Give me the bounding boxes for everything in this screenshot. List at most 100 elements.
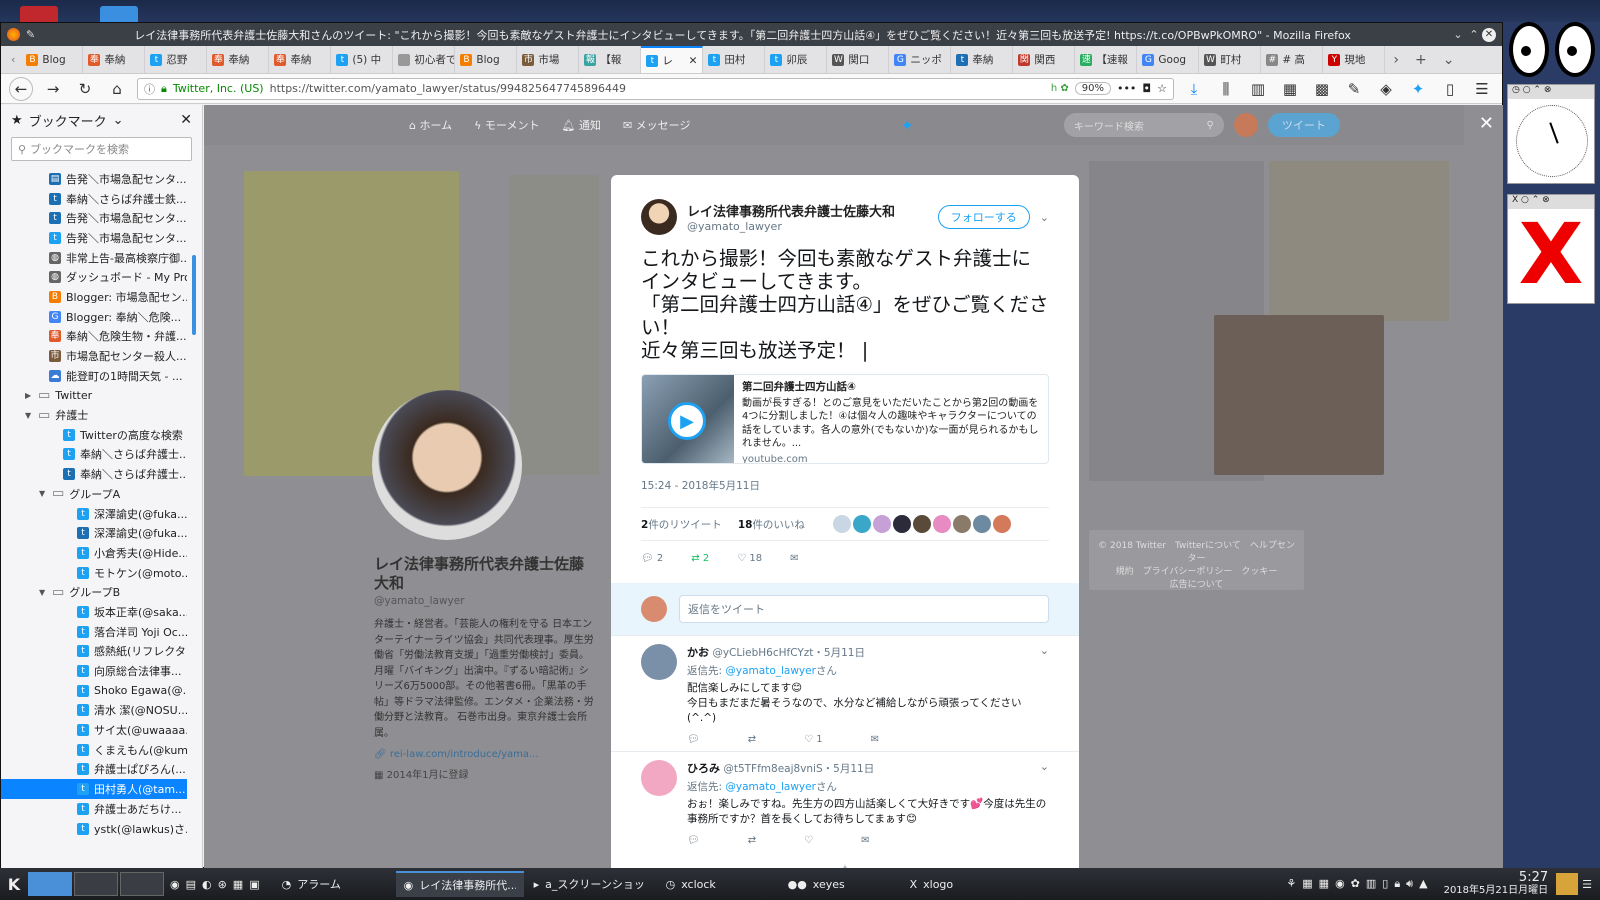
bookmark-label[interactable]: Twitter	[55, 389, 92, 402]
bookmark-item[interactable]: ◍ 非常上告-最高検察庁御...	[1, 248, 187, 268]
like-stat[interactable]: 18件のいいね	[738, 517, 805, 532]
nav-messages-label[interactable]: メッセージ	[636, 119, 691, 132]
bookmark-item[interactable]: t 清水 潔(@NOSU...	[1, 701, 187, 721]
author-name[interactable]: レイ法律事務所代表弁護士佐藤大和	[687, 201, 895, 220]
bookmark-item[interactable]: ◍ ダッシュボード - My Pro...	[1, 267, 187, 287]
nav-moments-label[interactable]: モーメント	[485, 119, 540, 132]
like-action[interactable]: ♡	[804, 835, 813, 846]
bookmark-label[interactable]: Shoko Egawa(@...	[94, 684, 187, 697]
tab[interactable]: 奉奉納	[83, 46, 146, 73]
reply-avatar[interactable]	[641, 760, 677, 796]
task-label[interactable]: xclock	[681, 878, 716, 891]
tab-list-icon[interactable]: ⌄	[1435, 46, 1463, 73]
task-label[interactable]: xlogo	[923, 878, 953, 891]
bookmark-item[interactable]: t Twitterの高度な検索	[1, 425, 187, 445]
bookmark-folder[interactable]: ▼ ▭ グループB	[1, 582, 187, 602]
bookmark-item[interactable]: t Shoko Egawa(@...	[1, 681, 187, 701]
bookmark-label[interactable]: 深澤諭史(@fuka...	[94, 506, 187, 522]
bookmark-label[interactable]: 向原総合法律事...	[94, 663, 182, 679]
tab-label[interactable]: 奉納	[972, 52, 993, 67]
forward-button[interactable]: →	[41, 77, 65, 101]
tab-label[interactable]: 関西	[1034, 52, 1055, 67]
liker-avatar[interactable]	[872, 515, 891, 533]
reply-date[interactable]: ・5月11日	[823, 763, 875, 775]
tab-label[interactable]: レ	[662, 53, 673, 68]
tab[interactable]: 初心者で	[393, 46, 456, 73]
bookmark-label[interactable]: Twitterの高度な検索	[80, 427, 183, 443]
taskbar-task[interactable]: ◉ レイ法律事務所代...	[395, 871, 524, 897]
twitter-search-input[interactable]: キーワード検索 ⚲	[1063, 113, 1224, 137]
chevron-down-icon[interactable]: ⌄	[1040, 644, 1049, 657]
tab-label[interactable]: ニッポ	[910, 52, 942, 67]
home-button[interactable]: ⌂	[105, 77, 129, 101]
tab-label[interactable]: 奉納	[290, 52, 311, 67]
tab[interactable]: 市市場	[517, 46, 580, 73]
reply-date[interactable]: ・5月11日	[813, 647, 865, 659]
new-tab-icon[interactable]: +	[1407, 46, 1435, 73]
bookmark-label[interactable]: サイ太(@uwaaaa...	[94, 722, 187, 738]
nav-home[interactable]: ⌂ ホーム	[409, 117, 452, 133]
bookmark-label[interactable]: ystk(@lawkus)さ...	[94, 821, 187, 837]
url-bar[interactable]: ⓘ 🔒︎ Twitter, Inc. (US) https://twitter.…	[137, 77, 1174, 100]
profile-name[interactable]: レイ法律事務所代表弁護士佐藤大和	[374, 555, 594, 593]
twitter-search-placeholder[interactable]: キーワード検索	[1074, 118, 1144, 133]
tab-label[interactable]: 関口	[848, 52, 869, 67]
desktop-pager[interactable]	[74, 872, 118, 896]
taskbar-task[interactable]: ◔ アラーム	[274, 871, 394, 897]
bookmark-label[interactable]: 感熱紙(リフレクタ...	[94, 643, 187, 659]
tab[interactable]: # # 高	[1261, 46, 1324, 73]
close-window-icon[interactable]: ✕	[1482, 27, 1496, 42]
play-icon[interactable]: ▶	[668, 402, 706, 440]
tab-label[interactable]: Goog	[1158, 54, 1186, 66]
tab[interactable]: G ニッポ	[889, 46, 952, 73]
desktop-folder-icon[interactable]	[20, 6, 58, 22]
bookmark-label[interactable]: 小倉秀夫(@Hide...	[94, 545, 187, 561]
tab[interactable]: G Goog	[1137, 46, 1200, 73]
taskbar-task[interactable]: ◷ xclock	[658, 871, 778, 897]
launcher-icons[interactable]: ◉▤◐⊛▦▣	[170, 878, 266, 891]
reply-author-name[interactable]: かお	[687, 646, 709, 659]
bookmark-label[interactable]: くまえもん(@kum...	[94, 742, 187, 758]
twitter-bird-icon[interactable]: ✦	[900, 116, 913, 135]
bookmark-label[interactable]: Blogger: 奉納＼危険...	[66, 309, 181, 325]
liker-avatar[interactable]	[952, 515, 971, 533]
task-label[interactable]: アラーム	[297, 876, 341, 892]
tab-label[interactable]: 奉納	[104, 52, 125, 67]
addon-icon[interactable]: h ✿	[1051, 83, 1069, 94]
tab[interactable]: t 奉納	[951, 46, 1014, 73]
reply-count[interactable]: 2	[657, 553, 663, 564]
tab-label[interactable]: 初心者で	[414, 52, 454, 67]
bookmark-label[interactable]: ダッシュボード - My Pro...	[66, 269, 187, 285]
bookmark-item[interactable]: t 深澤諭史(@fuka...	[1, 523, 187, 543]
reply-to-handle[interactable]: @yamato_lawyer	[725, 781, 816, 793]
task-label[interactable]: レイ法律事務所代...	[419, 877, 515, 893]
tab-label[interactable]: 市場	[538, 52, 559, 67]
desktop-pager[interactable]	[28, 872, 72, 896]
tab-label[interactable]: 現地	[1344, 52, 1365, 67]
tray-app-icon[interactable]	[1556, 873, 1579, 895]
site-identity[interactable]: Twitter, Inc. (US)	[173, 82, 264, 95]
xclock-titlebar[interactable]: ◷ ○ ⌃ ⊗	[1508, 85, 1594, 99]
like-action[interactable]: ♡ 18	[737, 553, 762, 564]
sidebar-title[interactable]: ブックマーク	[29, 111, 107, 130]
bookmark-item[interactable]: 市市場急配センター殺人...	[1, 346, 187, 366]
taskbar-task[interactable]: ▸ a_スクリーンショット ...	[526, 871, 656, 897]
profile-handle[interactable]: @yamato_lawyer	[374, 595, 594, 607]
reply-author-name[interactable]: ひろみ	[687, 762, 720, 775]
bookmark-search-placeholder[interactable]: ブックマークを検索	[30, 141, 129, 157]
nav-moments[interactable]: ϟ モーメント	[474, 117, 539, 133]
desktop-pager[interactable]	[120, 872, 164, 896]
bookmark-item[interactable]: t 告発＼市場急配センタ...	[1, 208, 187, 228]
dm-icon[interactable]: ✉	[861, 835, 869, 846]
retweet-action[interactable]: ⇄	[748, 835, 756, 846]
reply-tweet[interactable]: ひろみ @t5TFfm8eaj8vniS・5月11日 返信先: @yamato_…	[611, 751, 1079, 852]
bookmark-search-input[interactable]: ⚲ ブックマークを検索	[11, 137, 192, 161]
follow-button[interactable]: フォローする	[937, 205, 1030, 229]
bookmark-item[interactable]: t 告発＼市場急配センタ...	[1, 228, 187, 248]
bookmark-label[interactable]: 告発＼市場急配センタ...	[66, 230, 187, 246]
bookmark-item[interactable]: 奉奉納＼危険生物・弁護...	[1, 327, 187, 347]
liker-avatar[interactable]	[832, 515, 851, 533]
reply-author-handle[interactable]: @yCLiebH6cHfCYzt	[712, 647, 813, 659]
star-bookmark-icon[interactable]: ☆	[1157, 82, 1167, 95]
chevron-down-icon[interactable]: ⌄	[1040, 211, 1049, 224]
